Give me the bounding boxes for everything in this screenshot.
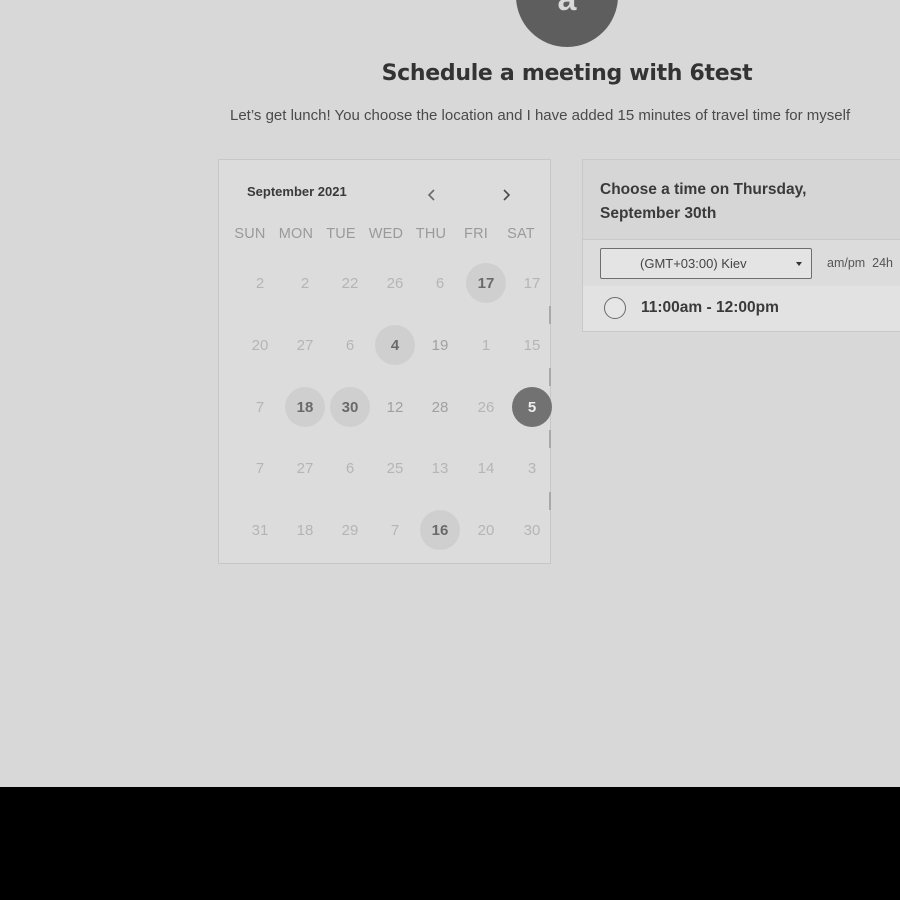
calendar-edge-mark <box>549 430 551 448</box>
selected-date-heading: Choose a time on Thursday, September 30t… <box>600 181 807 222</box>
calendar-day: 18 <box>296 521 314 539</box>
date-picker: September 2021 SUN MON TUE WED THU FRI S… <box>218 159 552 564</box>
time-panel-header: Choose a time on Thursday, September 30t… <box>583 160 900 240</box>
calendar-day: 2 <box>255 274 265 292</box>
letterbox-band <box>0 787 900 900</box>
calendar-day: 7 <box>390 521 400 539</box>
weekday-label: WED <box>368 226 404 242</box>
calendar-edge-mark <box>549 306 551 324</box>
next-month-button[interactable] <box>492 182 520 208</box>
calendar-edge-mark <box>549 368 551 386</box>
page-title: Schedule a meeting with 6test <box>381 61 753 86</box>
calendar-day: 20 <box>251 336 269 354</box>
time-slot-label: 11:00am - 12:00pm <box>641 299 779 316</box>
calendar-day: 2 <box>300 274 310 292</box>
timezone-value: (GMT+03:00) Kiev <box>640 256 747 271</box>
calendar-day: 28 <box>431 398 449 416</box>
weekday-header-row: SUN MON TUE WED THU FRI SAT <box>219 226 552 246</box>
calendar-day: 27 <box>296 336 314 354</box>
calendar-day: 14 <box>477 459 495 477</box>
format-option-ampm[interactable]: am/pm <box>827 256 865 270</box>
calendar-day: 30 <box>523 521 541 539</box>
weekday-label: SUN <box>234 226 266 242</box>
calendar-day-available[interactable]: 17 <box>466 263 506 303</box>
calendar-day: 1 <box>481 336 491 354</box>
calendar-day: 15 <box>523 336 541 354</box>
month-label: September 2021 <box>247 184 347 199</box>
calendar-day-available[interactable]: 30 <box>330 387 370 427</box>
calendar-day-available[interactable]: 4 <box>375 325 415 365</box>
chevron-right-icon <box>503 189 511 201</box>
calendar-day: 20 <box>477 521 495 539</box>
calendar-day: 6 <box>435 274 445 292</box>
time-slot-option[interactable]: 11:00am - 12:00pm <box>583 286 900 332</box>
previous-month-button[interactable] <box>418 182 446 208</box>
calendar-day: 17 <box>523 274 541 292</box>
radio-circle-icon[interactable] <box>604 297 626 319</box>
scheduling-page: a Schedule a meeting with 6test Let’s ge… <box>0 0 900 787</box>
calendar-day: 7 <box>255 398 265 416</box>
meeting-description: Let’s get lunch! You choose the location… <box>230 107 851 124</box>
chevron-left-icon <box>427 189 435 201</box>
timezone-row: (GMT+03:00) Kiev am/pm 24h <box>583 240 900 286</box>
timezone-select[interactable]: (GMT+03:00) Kiev <box>600 248 812 279</box>
calendar-edge-mark <box>549 492 551 510</box>
calendar-day: 31 <box>251 521 269 539</box>
weekday-label: MON <box>278 226 314 242</box>
calendar-day: 3 <box>527 459 537 477</box>
weekday-label: THU <box>415 226 447 242</box>
calendar-day: 6 <box>345 459 355 477</box>
calendar-day: 13 <box>431 459 449 477</box>
calendar-day: 29 <box>341 521 359 539</box>
calendar-day: 7 <box>255 459 265 477</box>
calendar-day: 26 <box>477 398 495 416</box>
time-slot-panel: Choose a time on Thursday, September 30t… <box>582 159 900 332</box>
calendar-day-selected[interactable]: 5 <box>512 387 552 427</box>
calendar-day: 26 <box>386 274 404 292</box>
calendar-day: 25 <box>386 459 404 477</box>
caret-down-icon <box>796 262 802 266</box>
calendar-day: 19 <box>431 336 449 354</box>
format-option-24h[interactable]: 24h <box>872 256 893 270</box>
calendar-day: 27 <box>296 459 314 477</box>
calendar-day-available[interactable]: 16 <box>420 510 460 550</box>
weekday-label: FRI <box>464 226 488 242</box>
calendar-day: 6 <box>345 336 355 354</box>
weekday-label: SAT <box>507 226 535 242</box>
host-avatar: a <box>516 0 618 47</box>
time-format-toggle: am/pm 24h <box>827 256 893 270</box>
calendar-day: 12 <box>386 398 404 416</box>
weekday-label: TUE <box>326 226 356 242</box>
calendar-day-available[interactable]: 18 <box>285 387 325 427</box>
avatar-initial: a <box>558 0 577 19</box>
calendar-day: 22 <box>341 274 359 292</box>
